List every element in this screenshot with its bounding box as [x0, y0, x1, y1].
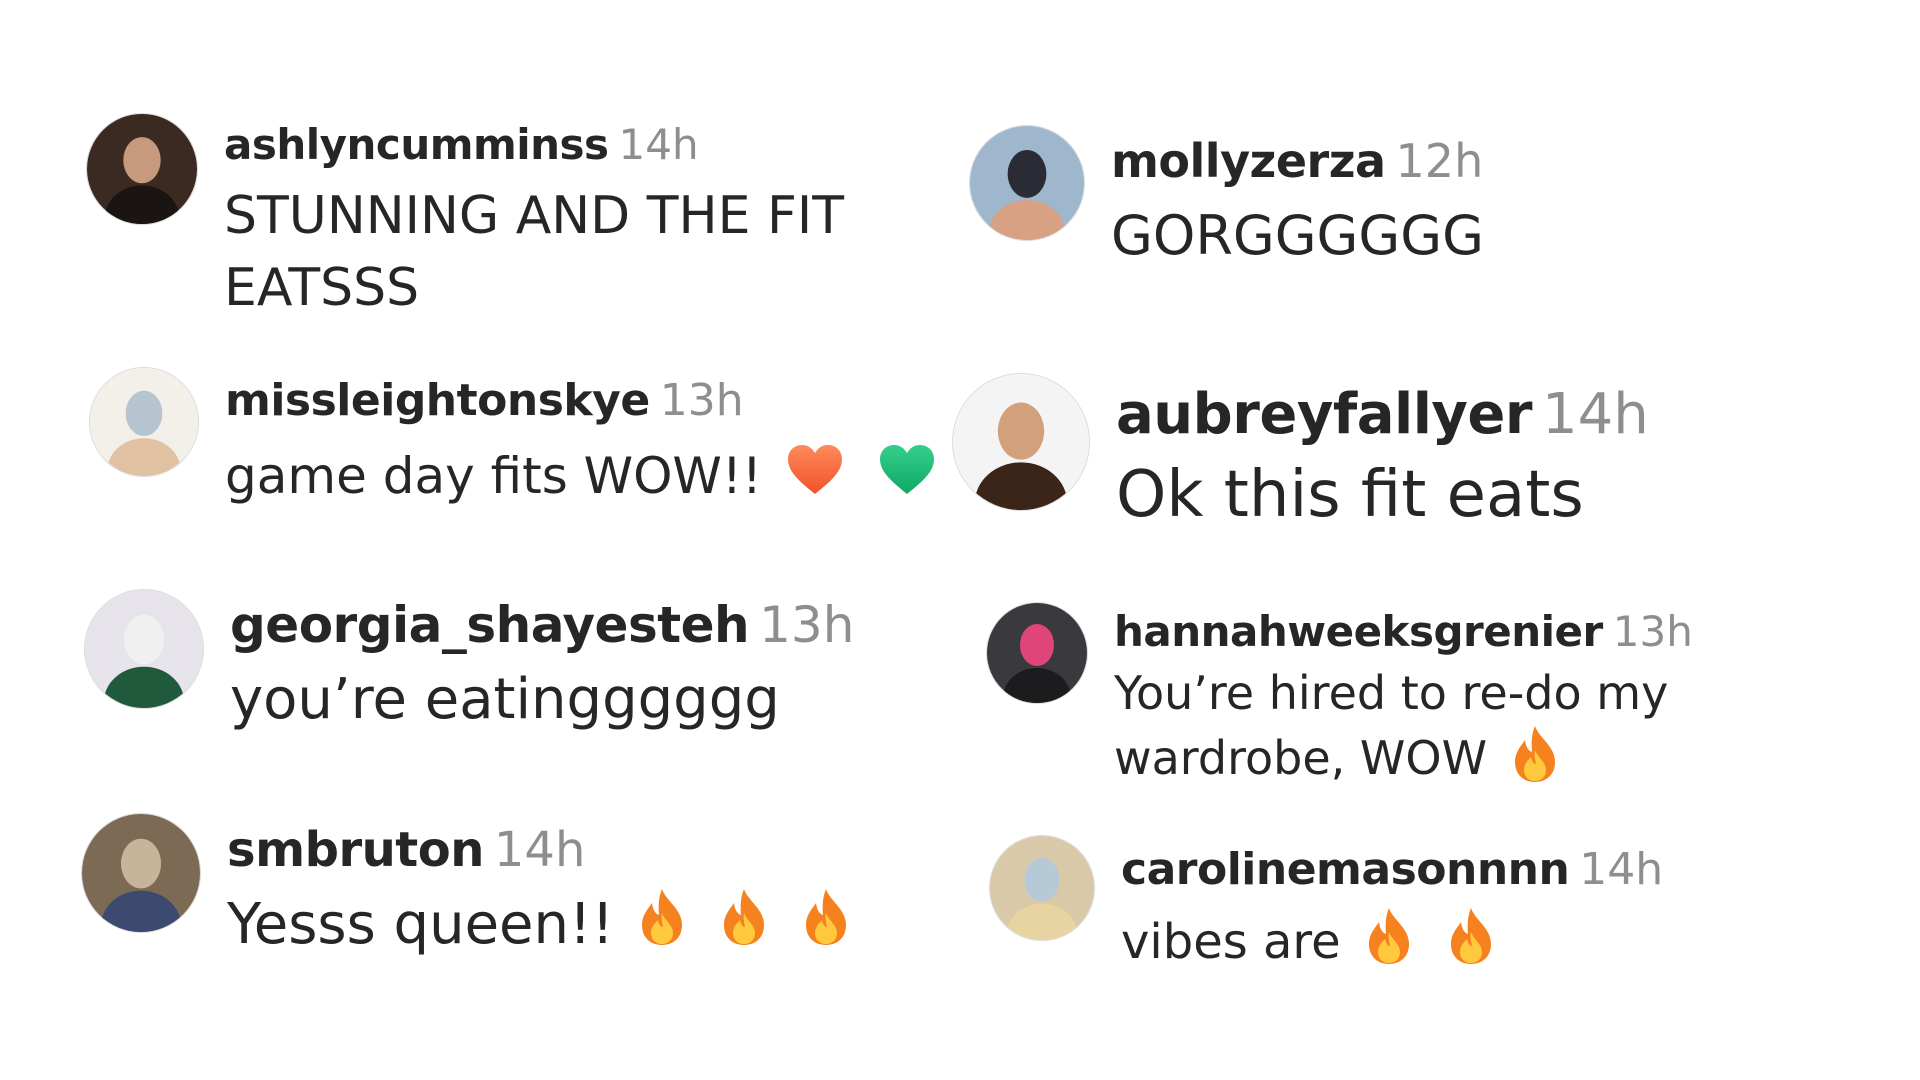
avatar[interactable] — [84, 589, 204, 709]
comment-meta: mollyzerza 12h — [1111, 135, 1484, 188]
comment-meta: aubreyfallyer 14h — [1116, 382, 1649, 447]
fire-icon — [802, 887, 850, 968]
comment-text-content: vibes are — [1121, 913, 1341, 970]
comment-body: ashlyncumminss 14h STUNNING AND THE FIT E… — [224, 113, 884, 324]
comment-body: carolinemasonnnn 14h vibes are — [1121, 835, 1663, 984]
comment-meta: georgia_shayesteh 13h — [230, 596, 855, 655]
comment-username[interactable]: ashlyncumminss — [224, 120, 609, 169]
comment-time: 14h — [618, 120, 699, 169]
comment-username[interactable]: missleightonskye — [225, 375, 650, 426]
fire-icon — [1511, 724, 1559, 799]
comment-username[interactable]: carolinemasonnnn — [1121, 844, 1570, 895]
avatar[interactable] — [89, 367, 199, 477]
comment-username[interactable]: hannahweeksgrenier — [1114, 607, 1603, 656]
comment-username[interactable]: georgia_shayesteh — [230, 596, 750, 654]
comment-item: missleightonskye 13h game day fits WOW!! — [89, 367, 936, 514]
comment-username[interactable]: mollyzerza — [1111, 134, 1386, 188]
fire-icon — [638, 887, 686, 968]
comment-body: mollyzerza 12h GORGGGGGG — [1111, 125, 1484, 273]
comment-meta: smbruton 14h — [227, 822, 850, 878]
fire-icon — [1365, 906, 1413, 984]
comment-username[interactable]: smbruton — [227, 822, 484, 878]
comment-time: 14h — [1542, 382, 1649, 447]
comment-item: ashlyncumminss 14h STUNNING AND THE FIT E… — [86, 113, 884, 324]
comment-text-content: game day fits WOW!! — [225, 446, 762, 505]
comment-item: aubreyfallyer 14h Ok this fit eats — [952, 373, 1649, 541]
comment-meta: hannahweeksgrenier 13h — [1114, 607, 1734, 656]
avatar[interactable] — [81, 813, 201, 933]
comment-meta: carolinemasonnnn 14h — [1121, 844, 1664, 896]
comment-body: hannahweeksgrenier 13h You’re hired to re… — [1114, 602, 1734, 799]
comment-text-content: GORGGGGGG — [1111, 203, 1484, 267]
comments-panel: ashlyncumminss 14h STUNNING AND THE FIT E… — [0, 0, 1920, 1080]
comment-text: you’re eatingggggg — [230, 661, 854, 739]
avatar[interactable] — [952, 373, 1090, 511]
comment-text: Ok this fit eats — [1116, 451, 1649, 541]
comment-body: missleightonskye 13h game day fits WOW!! — [225, 367, 936, 514]
comment-body: smbruton 14h Yesss queen!! — [227, 813, 850, 969]
avatar[interactable] — [969, 125, 1085, 241]
comment-item: mollyzerza 12h GORGGGGGG — [969, 125, 1484, 273]
comment-meta: missleightonskye 13h — [225, 375, 936, 427]
comment-text: GORGGGGGG — [1111, 198, 1484, 274]
orange-heart-icon — [786, 444, 844, 514]
comment-body: aubreyfallyer 14h Ok this fit eats — [1116, 373, 1649, 541]
avatar[interactable] — [986, 602, 1088, 704]
comment-body: georgia_shayesteh 13h you’re eatingggggg — [230, 589, 854, 739]
avatar[interactable] — [989, 835, 1095, 941]
comment-time: 13h — [759, 596, 855, 654]
comment-time: 14h — [1579, 844, 1664, 895]
comment-text: STUNNING AND THE FIT EATSSS — [224, 181, 884, 323]
comment-time: 12h — [1395, 134, 1484, 188]
comment-text: Yesss queen!! — [227, 886, 850, 969]
comment-text: You’re hired to re-do my wardrobe, WOW — [1114, 662, 1734, 799]
comment-text: vibes are — [1121, 906, 1663, 984]
comment-time: 14h — [493, 822, 586, 878]
fire-icon — [1447, 906, 1495, 984]
comment-text-content: you’re eatingggggg — [230, 666, 780, 732]
green-heart-icon — [878, 444, 936, 514]
comment-item: hannahweeksgrenier 13h You’re hired to re… — [986, 602, 1734, 799]
comment-item: georgia_shayesteh 13h you’re eatingggggg — [84, 589, 854, 739]
avatar[interactable] — [86, 113, 198, 225]
comment-text-content: You’re hired to re-do my wardrobe, WOW — [1114, 666, 1669, 786]
comment-item: smbruton 14h Yesss queen!! — [81, 813, 850, 969]
comment-text-content: Ok this fit eats — [1116, 458, 1584, 533]
comment-time: 13h — [659, 375, 744, 426]
comment-text-content: Yesss queen!! — [227, 892, 614, 958]
comment-text: game day fits WOW!! — [225, 441, 936, 515]
comment-item: carolinemasonnnn 14h vibes are — [989, 835, 1663, 984]
comment-time: 13h — [1612, 607, 1693, 656]
fire-icon — [720, 887, 768, 968]
comment-meta: ashlyncumminss 14h — [224, 120, 884, 169]
comment-username[interactable]: aubreyfallyer — [1116, 382, 1533, 447]
comment-text-content: STUNNING AND THE FIT EATSSS — [224, 186, 844, 318]
